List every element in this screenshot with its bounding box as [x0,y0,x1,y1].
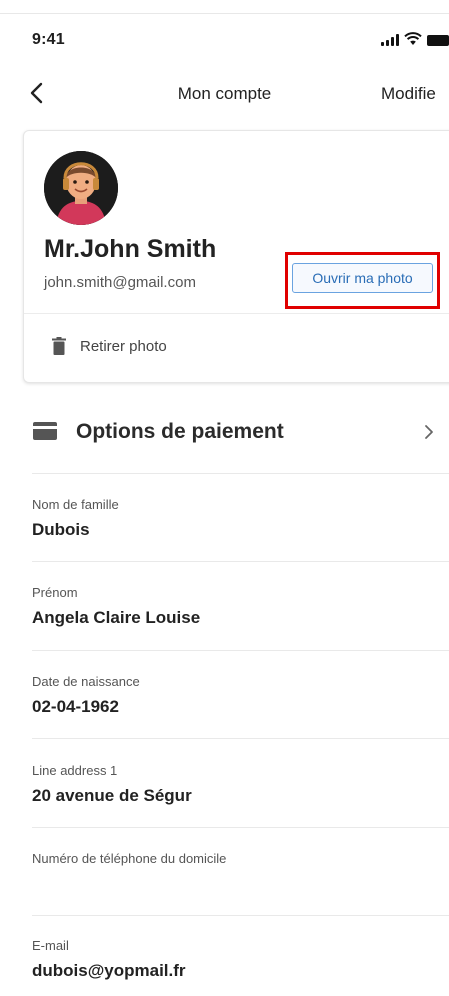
field-label-birth-date: Date de naissance [32,674,140,689]
field-value-first-name: Angela Claire Louise [32,608,201,627]
field-value-last-name: Dubois [32,520,90,539]
avatar [44,151,118,225]
field-label-home-phone: Numéro de téléphone du domicile [32,851,227,866]
divider [32,738,449,739]
profile-email: john.smith@gmail.com [44,274,196,291]
card-divider [24,313,449,314]
profile-name: Mr.John Smith [44,235,217,263]
divider [32,827,449,828]
battery-icon [427,35,449,46]
open-photo-button[interactable]: Ouvrir ma photo [292,263,433,293]
profile-card: Mr.John Smith john.smith@gmail.com Ouvri… [23,130,449,383]
field-value-email: dubois@yopmail.fr [32,961,186,980]
status-icons [381,32,449,46]
status-bar: 9:41 [0,14,449,58]
signal-icon [381,34,399,46]
wifi-icon [404,32,422,45]
edit-button[interactable]: Modifie [381,84,436,104]
field-label-first-name: Prénom [32,585,78,600]
nav-bar: Mon compte Modifie [0,70,449,118]
remove-photo-button[interactable]: Retirer photo [52,337,167,355]
field-label-address: Line address 1 [32,763,118,778]
field-value-birth-date: 02-04-1962 [32,697,119,716]
avatar-image [44,151,118,225]
field-value-address: 20 avenue de Ségur [32,786,192,805]
credit-card-icon [33,422,57,440]
divider [32,650,449,651]
status-time: 9:41 [32,31,65,48]
payment-options-row[interactable]: Options de paiement [0,404,449,464]
chevron-right-icon [425,425,433,439]
divider [32,473,449,474]
highlight-box: Ouvrir ma photo [285,252,440,309]
trash-icon [52,337,66,355]
top-strip [0,0,449,14]
field-label-last-name: Nom de famille [32,497,119,512]
divider [32,915,449,916]
field-label-email: E-mail [32,938,69,953]
payment-options-label: Options de paiement [76,420,284,443]
divider [32,561,449,562]
remove-photo-label: Retirer photo [80,337,167,355]
